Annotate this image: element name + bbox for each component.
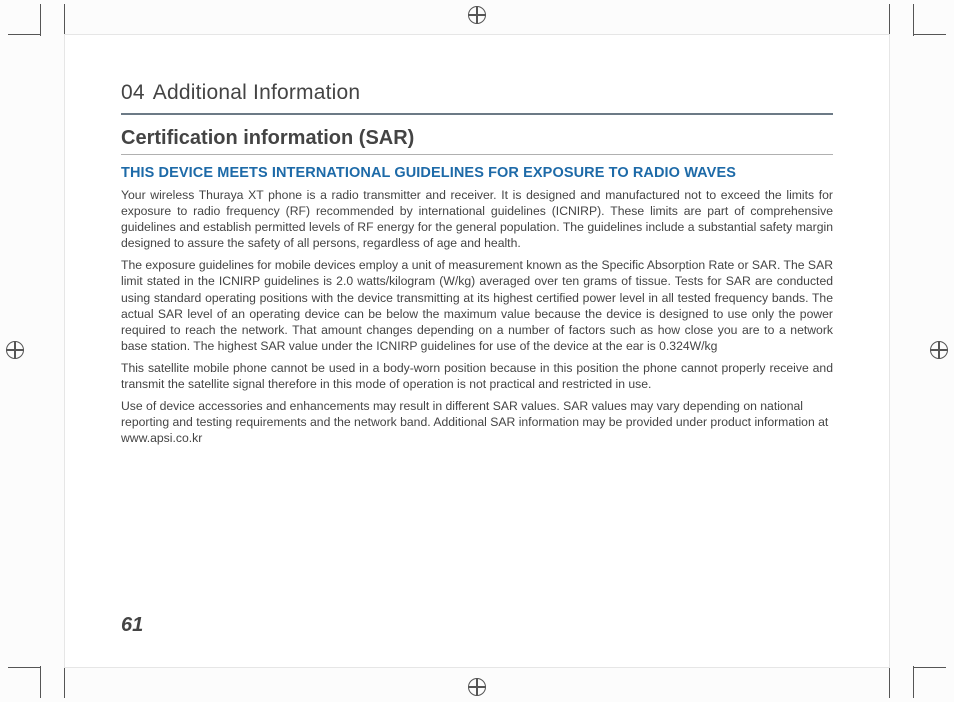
chapter-title: Additional Information [153,81,361,105]
crop-mark [914,34,946,35]
registration-mark-icon [6,341,24,359]
crop-mark [8,667,40,668]
crop-mark [64,4,65,36]
body-paragraph: Use of device accessories and enhancemen… [121,398,833,446]
crop-mark [64,666,65,698]
registration-mark-icon [930,341,948,359]
crop-mark [913,4,914,36]
crop-mark [889,666,890,698]
registration-mark-icon [468,6,486,24]
registration-mark-icon [468,678,486,696]
crop-mark [889,4,890,36]
body-paragraph: This satellite mobile phone cannot be us… [121,360,833,392]
crop-mark [914,667,946,668]
crop-mark [8,34,40,35]
body-paragraph: Your wireless Thuraya XT phone is a radi… [121,187,833,251]
section-subheading: THIS DEVICE MEETS INTERNATIONAL GUIDELIN… [121,165,833,181]
crop-mark [40,4,41,36]
crop-mark [913,666,914,698]
crop-mark [40,666,41,698]
chapter-header: 04 Additional Information [121,81,833,115]
body-paragraph: The exposure guidelines for mobile devic… [121,257,833,354]
document-page: 04 Additional Information Certification … [64,34,890,668]
page-number: 61 [121,614,143,637]
section-heading: Certification information (SAR) [121,127,833,155]
chapter-number: 04 [121,81,145,105]
